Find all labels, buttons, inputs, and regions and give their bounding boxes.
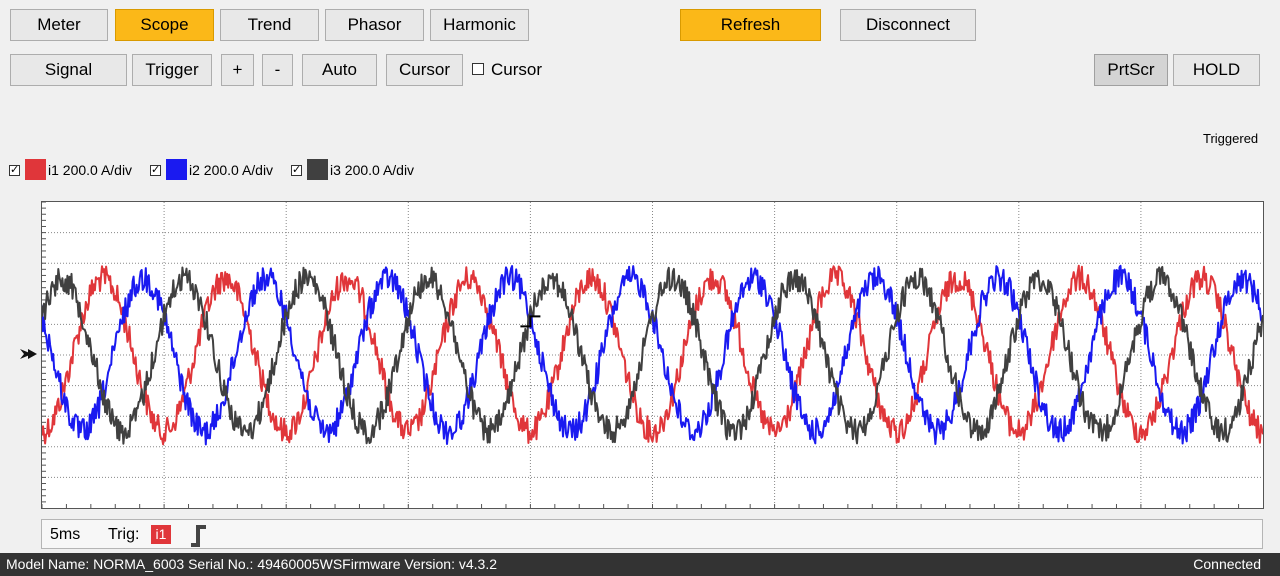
- cursor-button[interactable]: Cursor: [386, 54, 463, 86]
- status-bar: Model Name: NORMA_6003 Serial No.: 49460…: [0, 553, 1280, 576]
- cursor-checkbox-label: Cursor: [491, 60, 543, 79]
- rising-edge-icon[interactable]: [188, 524, 210, 548]
- refresh-button[interactable]: Refresh: [680, 9, 821, 41]
- tab-meter[interactable]: Meter: [10, 9, 108, 41]
- scope-info-bar: 5ms Trig: i1: [41, 519, 1263, 549]
- i3-color-swatch[interactable]: [307, 159, 328, 180]
- device-info: Model Name: NORMA_6003 Serial No.: 49460…: [6, 556, 497, 572]
- auto-button[interactable]: Auto: [302, 54, 377, 86]
- tab-harmonic[interactable]: Harmonic: [430, 9, 529, 41]
- i2-legend-label: i2 200.0 A/div: [189, 162, 274, 178]
- connection-status: Connected: [1193, 556, 1261, 572]
- timebase-value[interactable]: 5ms: [50, 526, 80, 544]
- i1-color-swatch[interactable]: [25, 159, 46, 180]
- i3-checkbox[interactable]: ✓: [291, 165, 302, 176]
- prtscr-button[interactable]: PrtScr: [1094, 54, 1168, 86]
- trigger-status: Triggered: [1203, 131, 1259, 146]
- zoom-in-button[interactable]: +: [221, 54, 254, 86]
- i1-checkbox[interactable]: ✓: [9, 165, 20, 176]
- i2-color-swatch[interactable]: [166, 159, 187, 180]
- hold-button[interactable]: HOLD: [1173, 54, 1260, 86]
- i1-legend-label: i1 200.0 A/div: [48, 162, 133, 178]
- i3-legend-label: i3 200.0 A/div: [330, 162, 415, 178]
- tab-phasor[interactable]: Phasor: [325, 9, 424, 41]
- zero-level-marker-icon[interactable]: [20, 347, 38, 361]
- trig-label: Trig:: [108, 526, 140, 543]
- signal-button[interactable]: Signal: [10, 54, 127, 86]
- trig-channel-badge[interactable]: i1: [151, 525, 171, 544]
- tab-trend[interactable]: Trend: [220, 9, 319, 41]
- cursor-checkbox[interactable]: [472, 63, 484, 75]
- i2-checkbox[interactable]: ✓: [150, 165, 161, 176]
- zoom-out-button[interactable]: -: [262, 54, 293, 86]
- trigger-button[interactable]: Trigger: [132, 54, 212, 86]
- tab-scope[interactable]: Scope: [115, 9, 214, 41]
- scope-plot[interactable]: [41, 201, 1264, 509]
- disconnect-button[interactable]: Disconnect: [840, 9, 976, 41]
